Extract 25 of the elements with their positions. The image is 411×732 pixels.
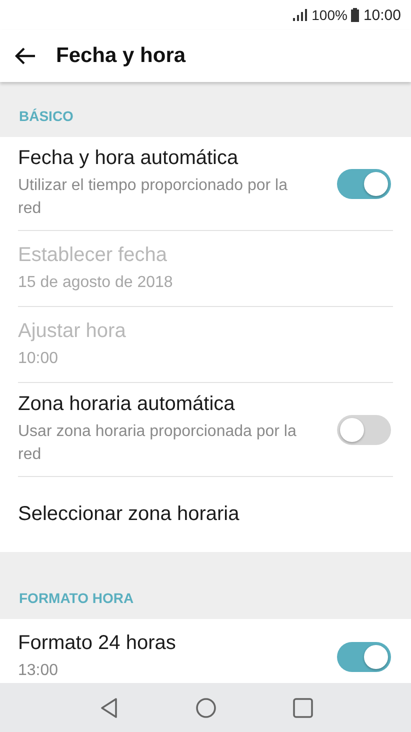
setting-title: Fecha y hora automática <box>18 147 240 170</box>
battery-percentage: 100% <box>312 7 348 23</box>
signal-icon <box>292 9 308 21</box>
toggle-switch[interactable] <box>337 642 391 672</box>
setting-subtitle: 10:00 <box>18 348 60 368</box>
page-title: Fecha y hora <box>56 44 186 68</box>
setting-row[interactable]: Fecha y hora automática Utilizar el tiempo proporcionado por la red <box>18 137 393 230</box>
clock: 10:00 <box>363 6 401 24</box>
setting-row[interactable]: Zona horaria automática Usar zona horaria proporcionada por la red <box>18 382 393 476</box>
setting-title: Formato 24 horas <box>18 632 177 655</box>
setting-subtitle: 13:00 <box>18 661 60 681</box>
setting-row[interactable]: Formato 24 horas 13:00 <box>18 619 393 683</box>
section-header: FORMATO HORA <box>18 589 135 608</box>
setting-title: Zona horaria automática <box>18 393 236 416</box>
setting-subtitle: Utilizar el tiempo proporcionado por la red <box>18 176 288 219</box>
setting-row[interactable]: Seleccionar zona horaria <box>18 476 393 552</box>
toggle-switch[interactable] <box>337 414 391 444</box>
toggle-switch[interactable] <box>337 168 391 198</box>
setting-subtitle: Usar zona horaria proporcionada por la red <box>18 422 298 465</box>
setting-title: Establecer fecha <box>18 244 168 266</box>
section-header: BÁSICO <box>18 107 74 126</box>
setting-title: Ajustar hora <box>18 320 127 342</box>
setting-subtitle: 15 de agosto de 2018 <box>18 272 174 292</box>
setting-title: Seleccionar zona horaria <box>18 503 240 526</box>
battery-icon <box>351 8 360 22</box>
